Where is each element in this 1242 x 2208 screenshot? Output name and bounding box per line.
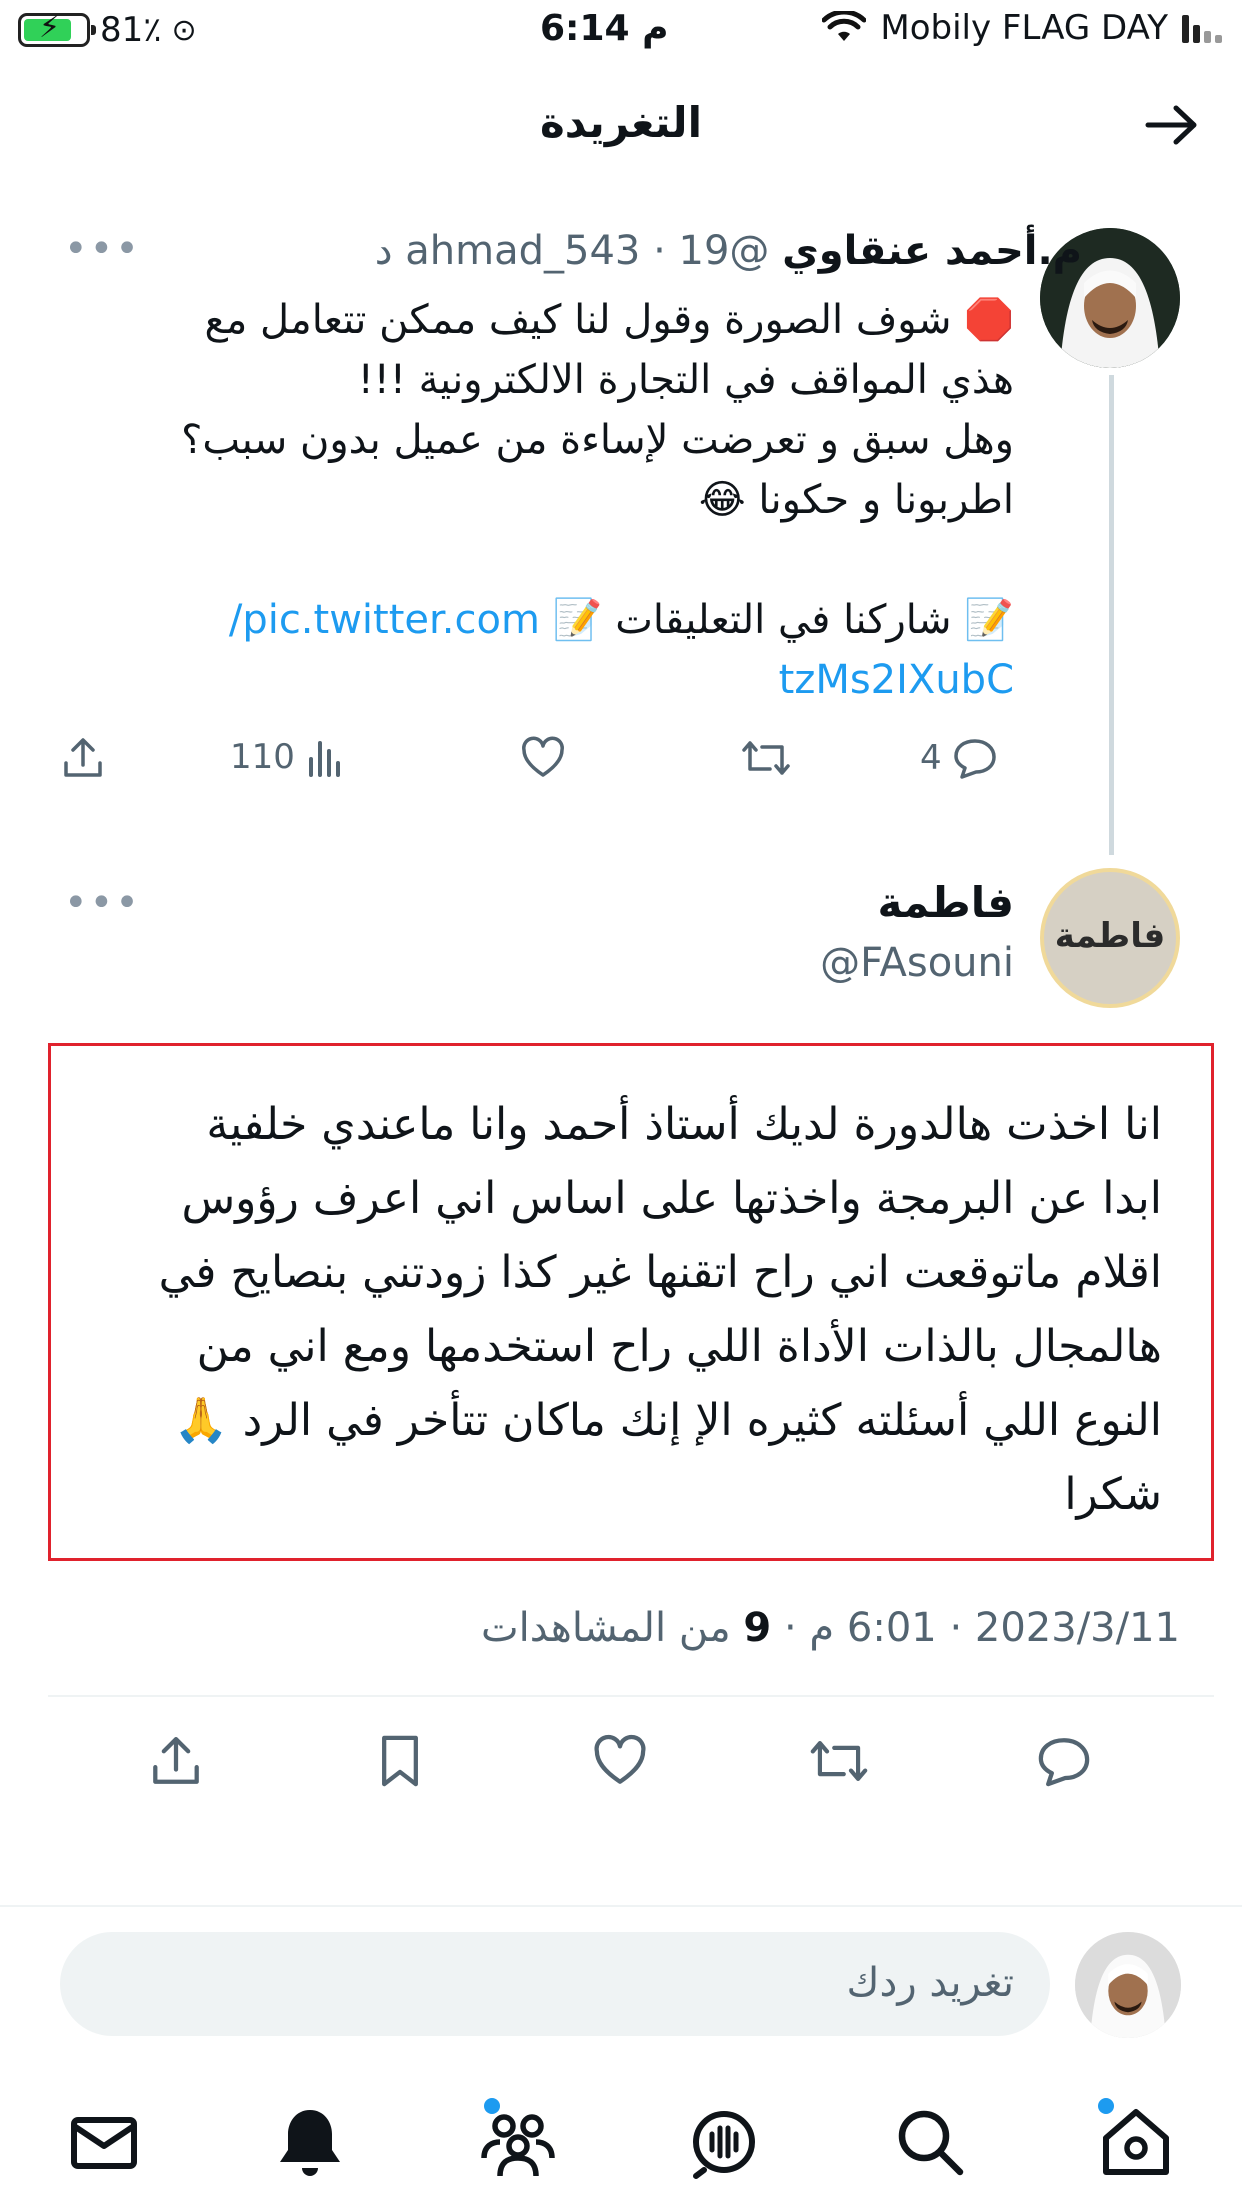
status-right: Mobily FLAG DAY: [822, 8, 1222, 48]
divider: [48, 1695, 1214, 1697]
parent-tweet-actions: 110 4: [60, 735, 1020, 795]
share-button[interactable]: [60, 735, 106, 781]
share-icon: [64, 738, 102, 777]
reply-author-handle[interactable]: @FAsouni: [820, 940, 1014, 986]
bookmark-button[interactable]: [372, 1733, 428, 1789]
memo-icon: 📝: [964, 597, 1014, 643]
comment-icon: [1038, 1738, 1090, 1787]
reply-placeholder: تغريد ردك: [846, 1960, 1014, 2006]
wifi-icon: [822, 11, 867, 41]
media-link-suffix[interactable]: tzMs2IXubC: [779, 657, 1014, 703]
author-name[interactable]: م.أحمد عنقاوي: [782, 228, 1082, 274]
divider: [0, 1905, 1242, 1907]
tab-home[interactable]: [1096, 2098, 1176, 2182]
current-user-avatar[interactable]: [1075, 1932, 1181, 2038]
heart-icon: [522, 736, 564, 777]
battery-percent: 81٪: [100, 10, 162, 50]
tab-spaces[interactable]: [684, 2102, 764, 2182]
views-count: 110: [230, 737, 295, 777]
reply-author-name[interactable]: فاطمة: [878, 878, 1014, 927]
tweet-line: اقلام ماتوقعت اني راح اتقنها غير كذا زود…: [158, 1247, 1162, 1298]
signal-icon: [1182, 13, 1222, 43]
avatar-calligraphy: فاطمة: [1054, 916, 1166, 956]
status-time: 6:14 م: [540, 8, 669, 49]
like-button[interactable]: [592, 1733, 648, 1789]
parent-tweet-text: 🛑 شوف الصورة وقول لنا كيف ممكن تتعامل مع…: [94, 290, 1014, 710]
spaces-icon: [693, 2111, 755, 2179]
arrow-right-icon[interactable]: [1142, 100, 1202, 150]
tweet-date: 2023/3/11: [974, 1605, 1180, 1651]
stop-sign-icon: 🛑: [964, 297, 1014, 343]
retweet-button[interactable]: [808, 1733, 870, 1789]
tweet-meta: 2023/3/11 · 6:01 م · 9 من المشاهدات: [480, 1605, 1180, 1651]
battery-icon: ⚡: [18, 10, 96, 47]
orientation-lock-icon: ⊙: [171, 12, 197, 48]
tab-search[interactable]: [890, 2102, 970, 2182]
communities-icon: [481, 2114, 555, 2177]
like-button[interactable]: [520, 735, 566, 781]
tweet-line: شاركنا في التعليقات: [615, 597, 952, 643]
bookmark-icon: [382, 1735, 418, 1787]
tweet-line: انا اخذت هالدورة لديك أستاذ أحمد وانا ما…: [206, 1099, 1162, 1150]
folded-hands-icon: 🙏: [173, 1395, 229, 1446]
reply-tweet-actions: [0, 1705, 1242, 1795]
analytics-icon: [308, 741, 340, 777]
search-icon: [898, 2110, 964, 2176]
tweet-line: هذي المواقف في التجارة الالكترونية !!!: [357, 357, 1014, 403]
reply-count: 4: [920, 738, 942, 778]
status-left: ⚡ 81٪ ⊙: [18, 10, 197, 50]
retweet-icon: [742, 741, 790, 775]
messages-icon: [71, 2117, 137, 2169]
tweet-views-count: 9: [743, 1605, 772, 1651]
memo-icon: 📝: [552, 597, 603, 643]
tab-notifications[interactable]: [270, 2102, 350, 2182]
header: التغريدة: [0, 70, 1242, 180]
comment-icon: [953, 739, 996, 779]
tab-bar: [0, 2080, 1242, 2208]
home-icon: [1103, 2109, 1169, 2175]
page-title: التغريدة: [540, 98, 702, 147]
tweet-line: النوع اللي أسئلته كثيره الإ إنك ماكان تت…: [242, 1395, 1162, 1446]
reply-button[interactable]: 4: [920, 735, 998, 781]
thread-line: [1109, 375, 1114, 855]
more-options-icon[interactable]: •••: [64, 226, 141, 272]
views-button[interactable]: 110: [230, 737, 345, 777]
reply-button[interactable]: [1036, 1733, 1092, 1789]
media-link[interactable]: pic.twitter.com/: [229, 597, 540, 643]
reply-tweet-text: انا اخذت هالدورة لديك أستاذ أحمد وانا ما…: [62, 1088, 1162, 1532]
tweet-line: شوف الصورة وقول لنا كيف ممكن تتعامل مع: [204, 297, 952, 343]
tweet-line: وهل سبق و تعرضت لإساءة من عميل بدون سبب؟: [181, 417, 1014, 463]
notifications-icon: [280, 2110, 340, 2176]
parent-tweet-header: م.أحمد عنقاوي @ahmad_543 · 19 د: [375, 228, 1082, 274]
tweet-line: ابدا عن البرمجة واخذتها على اساس اني اعر…: [181, 1173, 1162, 1224]
tweet-line: هالمجال بالذات الأداة اللي راح استخدمها …: [196, 1321, 1162, 1372]
tab-communities[interactable]: [478, 2098, 558, 2182]
share-icon: [153, 1736, 199, 1784]
tweet-line: شكرا: [1064, 1469, 1162, 1520]
tweet-views-label: من المشاهدات: [480, 1605, 731, 1651]
tweet-time: 6:01 م: [809, 1605, 937, 1651]
retweet-icon: [810, 1741, 868, 1781]
retweet-button[interactable]: [740, 735, 792, 781]
more-options-icon[interactable]: •••: [64, 880, 141, 926]
tab-messages[interactable]: [64, 2102, 144, 2182]
status-bar: ⚡ 81٪ ⊙ 6:14 م Mobily FLAG DAY: [0, 0, 1242, 64]
heart-icon: [594, 1734, 646, 1784]
tweet-line: اطربونا و حكونا: [758, 477, 1014, 523]
laughing-emoji-icon: 😂: [698, 477, 746, 523]
carrier-name: Mobily FLAG DAY: [880, 8, 1168, 48]
reply-author-avatar[interactable]: فاطمة: [1040, 868, 1180, 1008]
share-button[interactable]: [148, 1733, 204, 1789]
reply-input[interactable]: تغريد ردك: [60, 1932, 1050, 2036]
